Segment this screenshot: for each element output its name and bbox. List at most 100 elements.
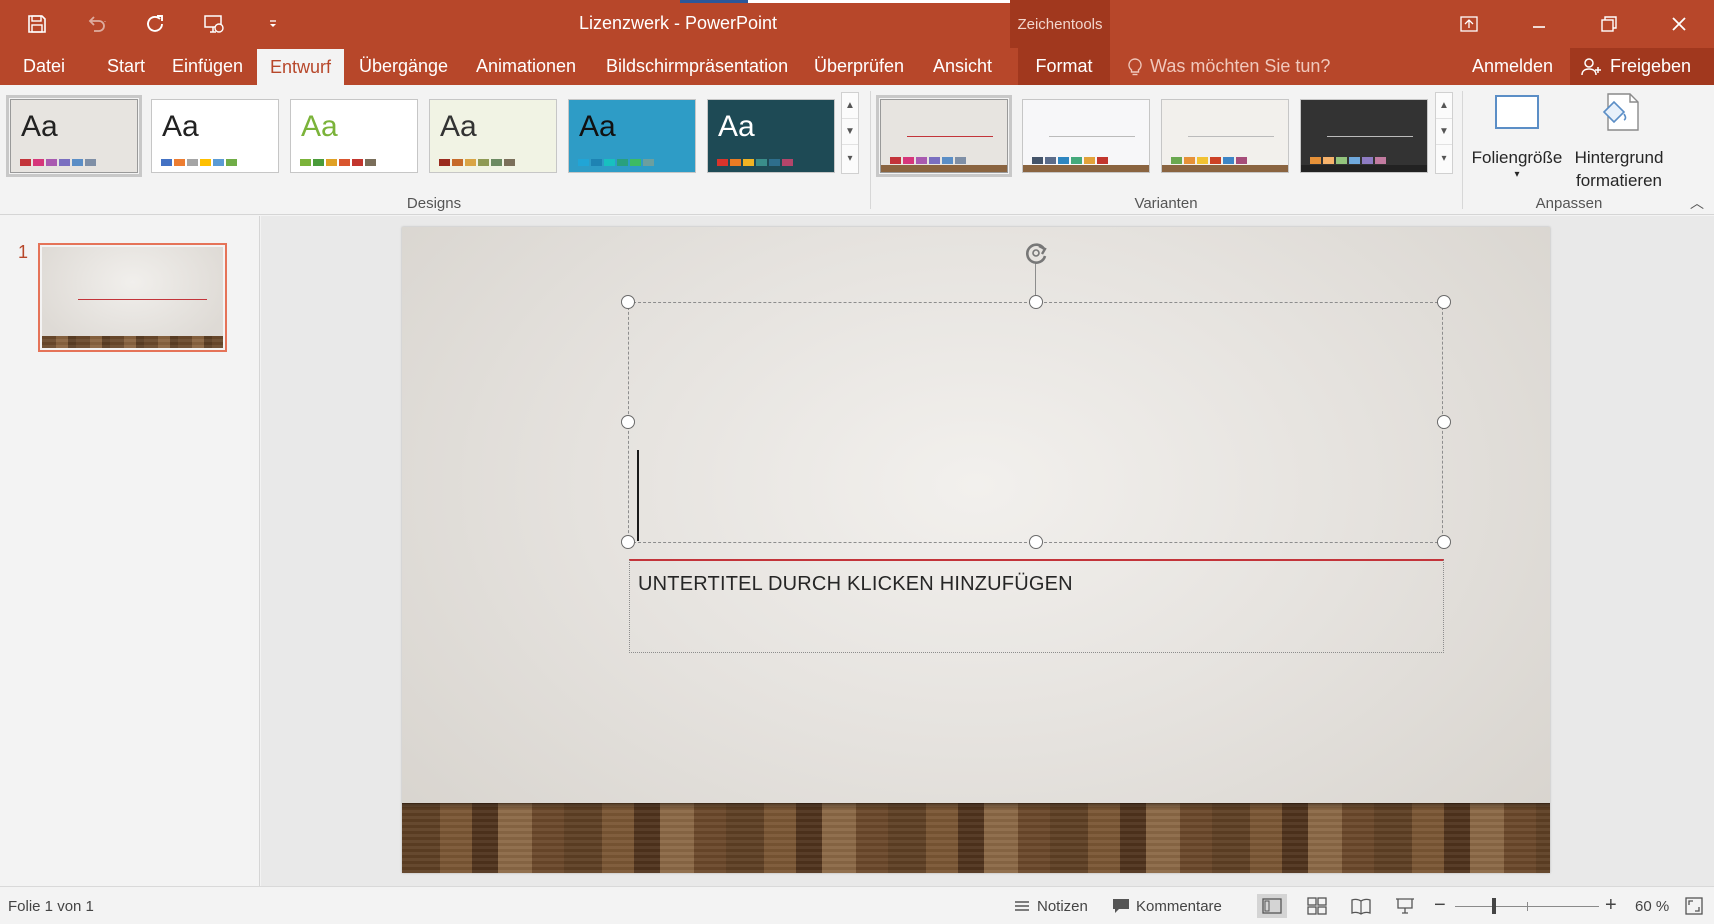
variant-2[interactable] (1022, 99, 1150, 173)
reading-view-button[interactable] (1346, 894, 1376, 918)
gallery-up-button[interactable]: ▲ (842, 93, 858, 119)
variants-down-button[interactable]: ▼ (1436, 119, 1452, 145)
design-theme-3[interactable]: Aa (290, 99, 418, 173)
format-background-button[interactable]: Hintergrund formatieren (1567, 90, 1671, 192)
design-theme-6[interactable]: Aa (707, 99, 835, 173)
minimize-icon (1533, 26, 1545, 28)
close-button[interactable] (1644, 0, 1714, 48)
design-theme-2[interactable]: Aa (151, 99, 279, 173)
variants-group-label: Varianten (1134, 195, 1198, 212)
color-swatch (1058, 157, 1069, 164)
slide-size-label: Foliengröße (1471, 148, 1563, 167)
format-background-label-1: Hintergrund (1574, 148, 1664, 167)
fit-to-window-icon[interactable] (1685, 897, 1703, 915)
title-placeholder[interactable] (628, 302, 1443, 543)
zoom-slider-handle[interactable] (1492, 898, 1496, 914)
resize-handle-bottom-left[interactable] (621, 535, 635, 549)
zoom-out-button[interactable]: − (1434, 894, 1446, 917)
color-swatch (1097, 157, 1108, 164)
theme-color-swatches (717, 159, 793, 166)
tab-entwurf[interactable]: Entwurf (257, 49, 345, 86)
design-theme-1[interactable]: Aa (6, 95, 142, 177)
thumbnail-floor (42, 336, 223, 348)
window-controls (1434, 0, 1714, 48)
minimize-button[interactable] (1504, 0, 1574, 48)
color-swatch (717, 159, 728, 166)
tab-ueberpruefen[interactable]: Überprüfen (801, 48, 917, 85)
tell-me-box[interactable]: Was möchten Sie tun? (1126, 48, 1330, 85)
slideshow-view-button[interactable] (1390, 894, 1420, 918)
group-separator (870, 91, 871, 209)
color-swatch (1045, 157, 1056, 164)
ribbon-options-icon (1460, 16, 1478, 32)
collapse-ribbon-button[interactable]: ︿ (1690, 193, 1704, 213)
format-background-label-2: formatieren (1576, 171, 1662, 190)
tab-datei[interactable]: Datei (10, 48, 78, 85)
color-swatch (20, 159, 31, 166)
rotate-icon[interactable] (1020, 237, 1052, 269)
design-theme-4[interactable]: Aa (429, 99, 557, 173)
resize-handle-top-right[interactable] (1437, 295, 1451, 309)
variant-4[interactable] (1300, 99, 1428, 173)
resize-handle-bottom-right[interactable] (1437, 535, 1451, 549)
color-swatch (365, 159, 376, 166)
variant-1[interactable] (876, 95, 1012, 177)
tab-bildschirmpraesentation[interactable]: Bildschirmpräsentation (593, 48, 801, 85)
theme-preview-text: Aa (579, 110, 616, 143)
tab-start[interactable]: Start (94, 48, 158, 85)
tab-einfuegen[interactable]: Einfügen (159, 48, 256, 85)
color-swatch (85, 159, 96, 166)
tab-uebergaenge[interactable]: Übergänge (346, 48, 461, 85)
color-swatch (478, 159, 489, 166)
slide-sorter-button[interactable] (1302, 894, 1332, 918)
color-swatch (1310, 157, 1321, 164)
color-swatch (1197, 157, 1208, 164)
gallery-down-button[interactable]: ▼ (842, 119, 858, 145)
resize-handle-right[interactable] (1437, 415, 1451, 429)
subtitle-placeholder-text: UNTERTITEL DURCH KLICKEN HINZUFÜGEN (638, 573, 1073, 595)
zoom-in-button[interactable]: + (1605, 894, 1617, 917)
signin-link[interactable]: Anmelden (1472, 48, 1553, 85)
tab-animationen[interactable]: Animationen (463, 48, 589, 85)
group-separator (1462, 91, 1463, 209)
variant-color-swatches (890, 157, 966, 164)
share-button[interactable]: Freigeben (1570, 48, 1714, 85)
variant-3[interactable] (1161, 99, 1289, 173)
tab-format[interactable]: Format (1018, 48, 1110, 85)
color-swatch (1171, 157, 1182, 164)
format-background-icon (1602, 93, 1639, 131)
ribbon-display-options-button[interactable] (1434, 0, 1504, 48)
subtitle-placeholder[interactable]: UNTERTITEL DURCH KLICKEN HINZUFÜGEN (629, 559, 1444, 653)
color-swatch (1184, 157, 1195, 164)
slide-count: Folie 1 von 1 (8, 898, 94, 915)
variant-title-line (1049, 136, 1135, 137)
variant-floor (1162, 165, 1288, 172)
variants-more-button[interactable]: ▾ (1436, 145, 1452, 171)
gallery-more-button[interactable]: ▾ (842, 145, 858, 171)
resize-handle-left[interactable] (621, 415, 635, 429)
chevron-down-icon: ▾ (1514, 169, 1520, 180)
normal-view-button[interactable] (1257, 894, 1287, 918)
tab-ansicht[interactable]: Ansicht (920, 48, 1005, 85)
notes-button[interactable]: Notizen (1013, 887, 1088, 924)
zoom-level[interactable]: 60 % (1635, 898, 1669, 915)
notes-label: Notizen (1037, 897, 1088, 915)
resize-handle-bottom[interactable] (1029, 535, 1043, 549)
slide-size-button[interactable]: Foliengröße ▾ (1468, 90, 1566, 181)
color-swatch (33, 159, 44, 166)
theme-color-swatches (439, 159, 515, 166)
zoom-slider-midpoint (1527, 902, 1528, 911)
color-swatch (213, 159, 224, 166)
variants-up-button[interactable]: ▲ (1436, 93, 1452, 119)
resize-handle-top-left[interactable] (621, 295, 635, 309)
comments-button[interactable]: Kommentare (1112, 887, 1222, 924)
grid-icon (1307, 897, 1327, 915)
projector-icon (1396, 898, 1414, 914)
color-swatch (578, 159, 589, 166)
design-theme-5[interactable]: Aa (568, 99, 696, 173)
variant-color-swatches (1310, 157, 1386, 164)
resize-handle-top[interactable] (1029, 295, 1043, 309)
progress-indicator-track (748, 0, 1010, 3)
restore-button[interactable] (1574, 0, 1644, 48)
slide-thumbnail[interactable] (38, 243, 227, 352)
